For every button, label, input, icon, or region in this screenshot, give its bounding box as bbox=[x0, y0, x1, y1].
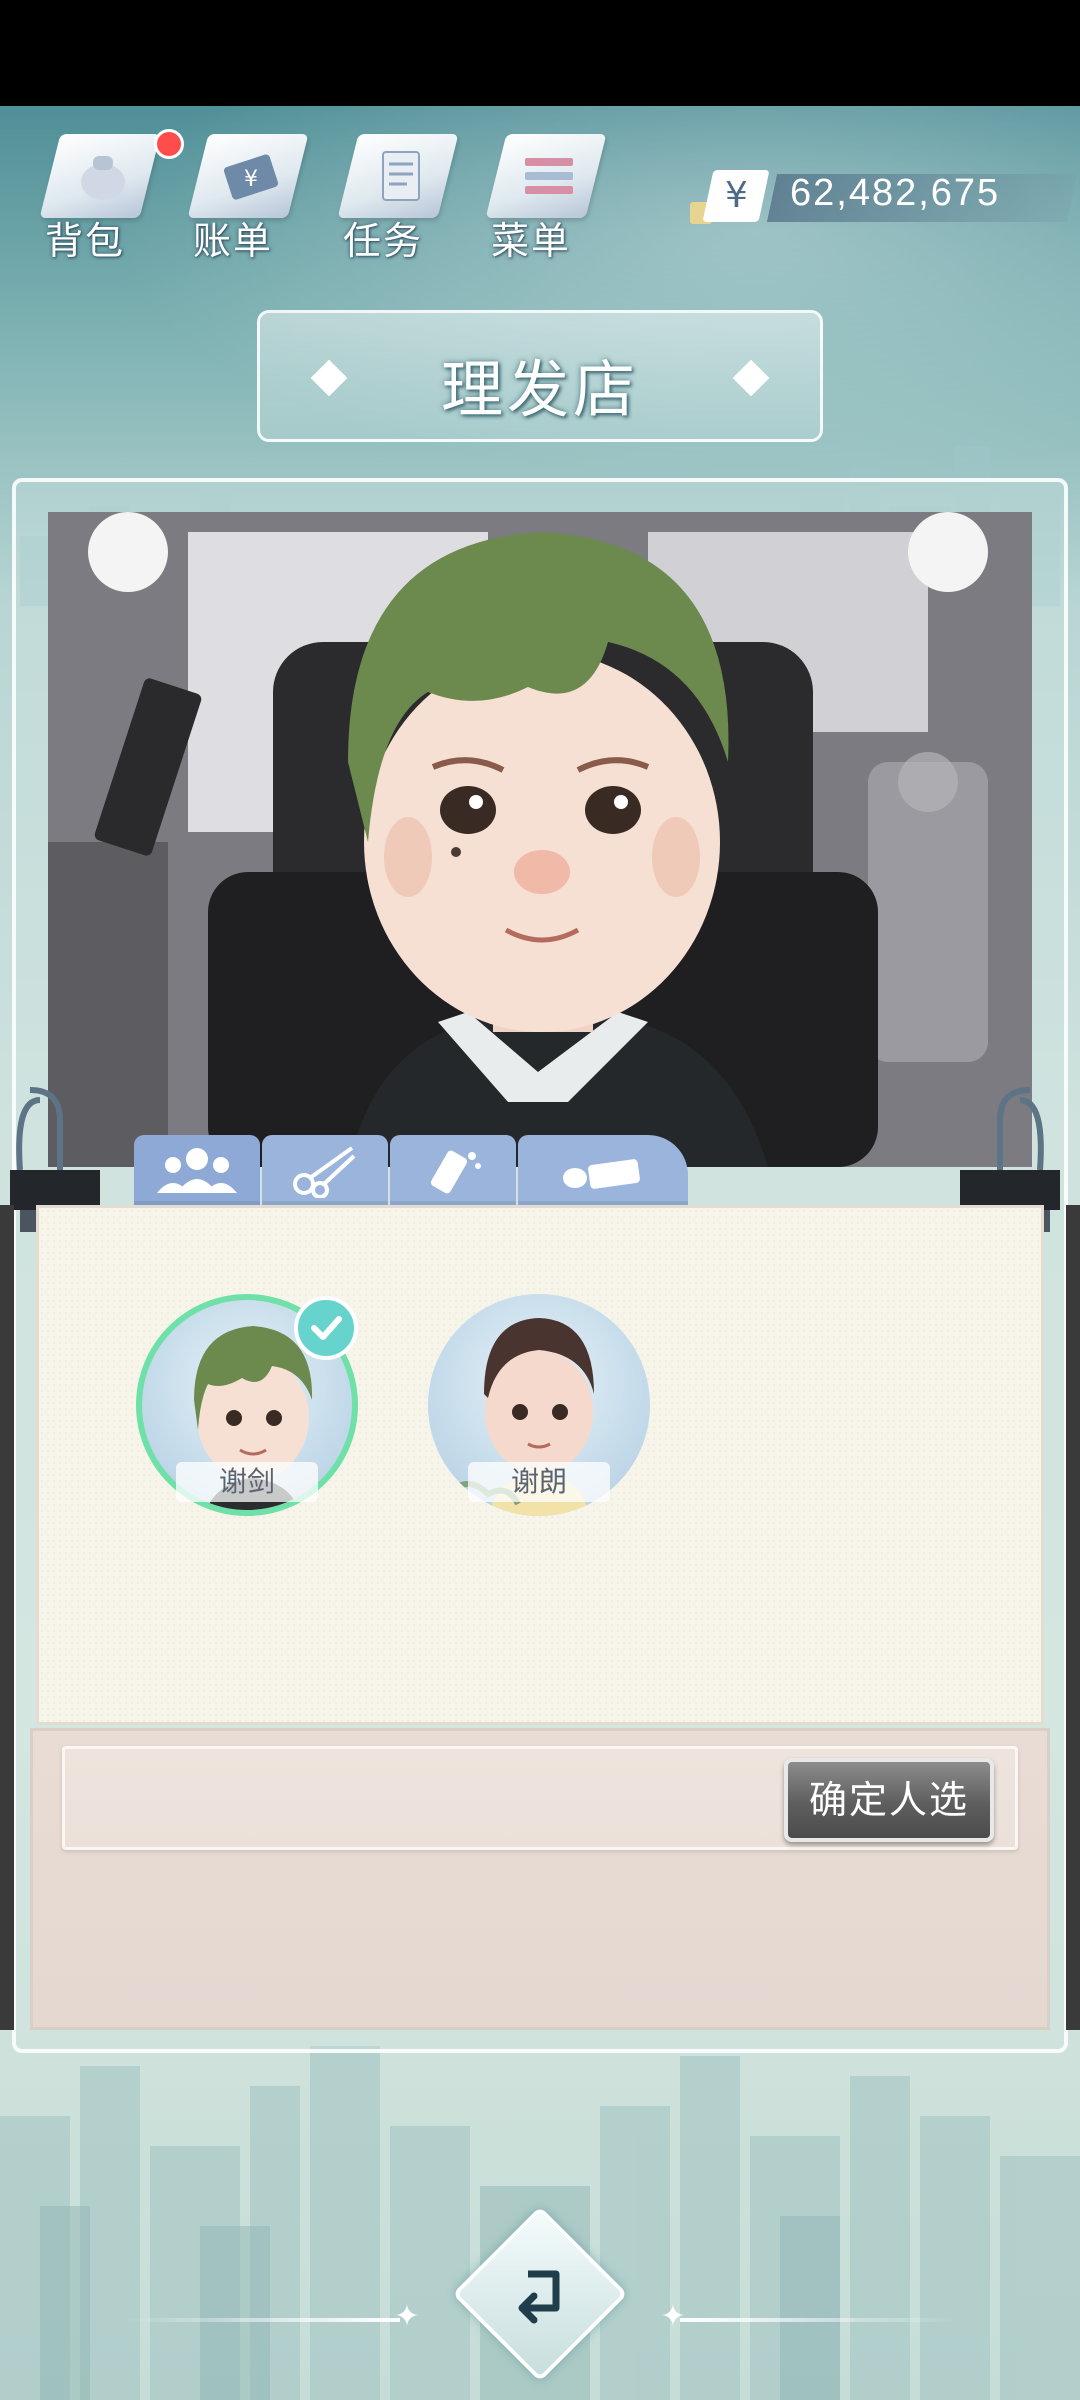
decorative-line-right bbox=[680, 2318, 960, 2322]
page-title: 理发店 bbox=[440, 353, 639, 426]
candidate-xiejian[interactable]: 谢剑 bbox=[136, 1294, 358, 1516]
menu-icon bbox=[514, 144, 584, 208]
sparkle-icon: ✦ bbox=[394, 2299, 420, 2334]
candidate-name: 谢朗 bbox=[468, 1462, 610, 1502]
nav-menu-button[interactable]: 菜单 bbox=[466, 116, 607, 266]
people-icon bbox=[157, 1148, 237, 1193]
nav-bill-button[interactable]: ¥ 账单 bbox=[168, 116, 309, 266]
nav-task-button[interactable]: 任务 bbox=[318, 116, 459, 266]
money-value: 62,482,675 bbox=[790, 172, 1001, 214]
decorative-line-left bbox=[120, 2318, 400, 2322]
character-portrait bbox=[48, 512, 1032, 1167]
candidate-name: 谢剑 bbox=[176, 1462, 318, 1502]
confirm-selection-button[interactable]: 确定人选 bbox=[784, 1758, 994, 1842]
nav-label: 账单 bbox=[192, 219, 273, 263]
sparkle-icon: ✦ bbox=[660, 2299, 686, 2334]
tab-eraser[interactable] bbox=[518, 1135, 688, 1205]
nav-label: 任务 bbox=[342, 219, 423, 263]
task-icon bbox=[366, 144, 436, 208]
nav-label: 背包 bbox=[44, 219, 125, 263]
candidate-xielang[interactable]: 谢朗 bbox=[428, 1294, 650, 1516]
nav-label: 菜单 bbox=[490, 219, 571, 263]
status-bar bbox=[0, 0, 1080, 106]
backpack-icon bbox=[68, 144, 138, 208]
tab-haircut[interactable] bbox=[262, 1135, 388, 1205]
scissors-icon bbox=[293, 1146, 356, 1198]
svg-text:¥: ¥ bbox=[244, 167, 258, 192]
side-rail-right bbox=[1066, 1205, 1080, 2030]
hair-dye-icon bbox=[430, 1150, 481, 1194]
yen-icon: ¥ bbox=[702, 170, 770, 222]
back-arrow-icon bbox=[478, 2232, 602, 2356]
title-plate: 理发店 bbox=[257, 310, 823, 442]
tab-characters[interactable] bbox=[134, 1135, 260, 1205]
eraser-icon bbox=[563, 1159, 640, 1189]
bill-icon: ¥ bbox=[216, 144, 286, 208]
check-icon bbox=[294, 1296, 358, 1360]
money-display: ¥ 62,482,675 bbox=[690, 170, 1078, 226]
tab-hair-dye[interactable] bbox=[390, 1135, 516, 1205]
back-button[interactable] bbox=[452, 2206, 628, 2382]
nav-backpack-button[interactable]: 背包 bbox=[20, 116, 184, 266]
side-rail-left bbox=[0, 1205, 14, 2030]
